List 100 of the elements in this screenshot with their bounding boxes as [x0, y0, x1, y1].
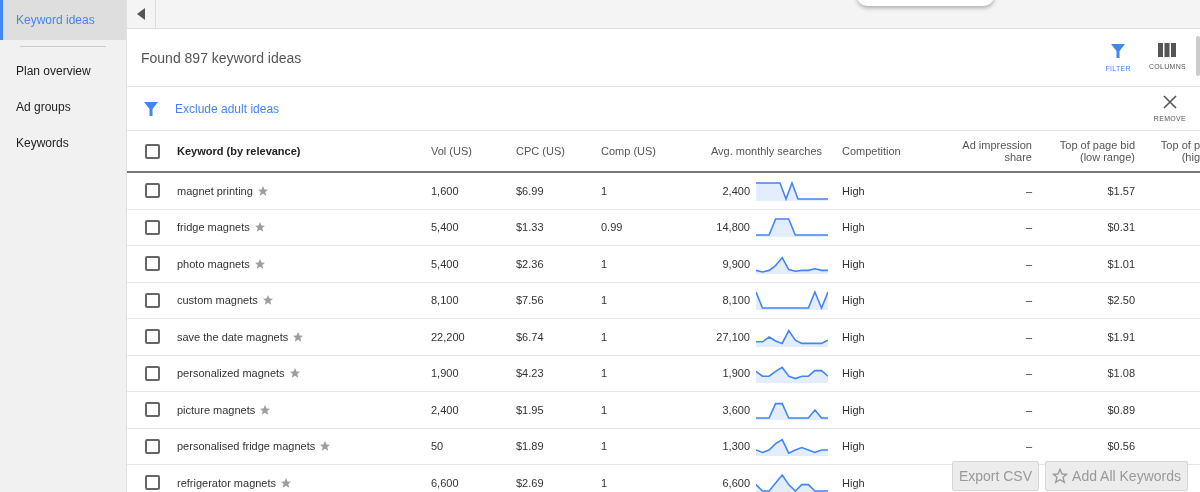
table-cell: 8,100 [722, 294, 750, 307]
column-header[interactable]: Vol (US) [431, 145, 516, 157]
table-cell: $2.69 [516, 476, 544, 489]
table-cell: $1.08 [1107, 367, 1135, 380]
row-checkbox[interactable] [145, 183, 160, 199]
row-checkbox[interactable] [145, 365, 160, 381]
column-header[interactable]: Comp (US) [601, 145, 696, 157]
column-header[interactable]: Top of p (hig [1135, 139, 1200, 163]
table-cell: 1,600 [431, 184, 459, 197]
table-cell: $0.89 [1107, 403, 1135, 416]
table-cell: 5,400 [431, 221, 459, 234]
column-header[interactable]: Competition [828, 145, 934, 157]
table-cell: $1.01 [1107, 257, 1135, 270]
table-cell: $7.56 [516, 294, 544, 307]
column-header[interactable]: Keyword (by relevance) [177, 145, 431, 157]
star-icon[interactable] [259, 403, 272, 416]
table-cell: 2,400 [722, 184, 750, 197]
table-cell: 6,600 [722, 476, 750, 489]
table-cell: High [842, 184, 865, 197]
table-cell: $6.74 [516, 330, 544, 343]
table-cell: 9,900 [722, 257, 750, 270]
table-cell: – [1025, 257, 1032, 270]
row-checkbox[interactable] [145, 475, 160, 491]
table-cell: 1 [601, 476, 608, 489]
table-cell: High [842, 257, 865, 270]
table-cell: $1.89 [516, 440, 544, 453]
table-cell: 1,300 [722, 440, 750, 453]
table-cell: 27,100 [716, 330, 750, 343]
star-icon[interactable] [288, 367, 301, 380]
table-cell: $1.57 [1107, 184, 1135, 197]
keyword-text: custom magnets [177, 294, 258, 307]
keyword-text: personalised fridge magnets [177, 440, 316, 453]
keyword-text: save the date magnets [177, 330, 289, 343]
scrollbar[interactable] [1196, 36, 1200, 76]
select-all-checkbox[interactable] [145, 143, 160, 159]
trend-sparkline [756, 472, 828, 492]
row-checkbox[interactable] [145, 329, 160, 345]
star-icon[interactable] [319, 440, 332, 453]
left-triangle-icon [137, 8, 145, 20]
table-cell: $1.33 [516, 221, 544, 234]
table-cell: High [842, 367, 865, 380]
sidebar-item[interactable]: Ad groups [0, 89, 126, 125]
table-cell: $1.95 [516, 403, 544, 416]
table-cell: $2.50 [1107, 294, 1135, 307]
table-cell: 6,600 [431, 476, 459, 489]
table-cell: 8,100 [431, 294, 459, 307]
trend-sparkline [756, 290, 828, 311]
table-cell: 1 [601, 403, 608, 416]
table-cell: 1 [601, 330, 608, 343]
sidebar-item[interactable]: Keywords [0, 125, 126, 161]
star-icon[interactable] [280, 476, 293, 489]
columns-icon [1158, 43, 1177, 57]
table-cell: $0.31 [1107, 221, 1135, 234]
table-cell: 1,900 [431, 367, 459, 380]
table-cell: – [1025, 221, 1032, 234]
row-checkbox[interactable] [145, 402, 160, 418]
table-cell: – [1025, 440, 1032, 453]
column-header[interactable]: Avg. monthly searches [696, 145, 828, 157]
table-cell: High [842, 440, 865, 453]
table-cell: – [1025, 403, 1032, 416]
keyword-text: photo magnets [177, 257, 250, 270]
trend-sparkline [756, 436, 828, 457]
table-cell: 22,200 [431, 330, 465, 343]
star-icon[interactable] [261, 294, 274, 307]
trend-sparkline [756, 217, 828, 238]
row-checkbox[interactable] [145, 219, 160, 235]
column-header[interactable]: Ad impression share [934, 139, 1032, 163]
keyword-text: personalized magnets [177, 367, 285, 380]
exclude-adult-ideas-link[interactable]: Exclude adult ideas [175, 101, 1136, 116]
star-icon[interactable] [253, 221, 266, 234]
trend-sparkline [756, 326, 828, 347]
table-cell: High [842, 476, 865, 489]
table-cell: $6.99 [516, 184, 544, 197]
sidebar-item[interactable]: Plan overview [0, 53, 126, 89]
row-checkbox[interactable] [145, 438, 160, 454]
column-header[interactable]: CPC (US) [516, 145, 601, 157]
keyword-text: refrigerator magnets [177, 476, 277, 489]
table-cell: 2,400 [431, 403, 459, 416]
row-checkbox[interactable] [145, 292, 160, 308]
table-cell: 1 [601, 367, 608, 380]
table-cell: High [842, 221, 865, 234]
star-icon[interactable] [256, 184, 269, 197]
filter-icon [143, 100, 159, 117]
column-header[interactable]: Top of page bid (low range) [1032, 139, 1135, 163]
table-cell: $0.56 [1107, 440, 1135, 453]
star-icon[interactable] [292, 330, 305, 343]
table-cell: 1 [601, 257, 608, 270]
star-icon[interactable] [253, 257, 266, 270]
row-checkbox[interactable] [145, 256, 160, 272]
trend-sparkline [756, 180, 828, 201]
table-cell: 5,400 [431, 257, 459, 270]
table-cell: 1,900 [722, 367, 750, 380]
trend-sparkline [756, 363, 828, 384]
table-cell: 0.99 [601, 221, 623, 234]
table-cell: – [1025, 184, 1032, 197]
table-cell: 14,800 [716, 221, 750, 234]
trend-sparkline [756, 253, 828, 274]
table-cell: 50 [431, 440, 444, 453]
table-cell: $4.23 [516, 367, 544, 380]
table-cell: – [1025, 367, 1032, 380]
